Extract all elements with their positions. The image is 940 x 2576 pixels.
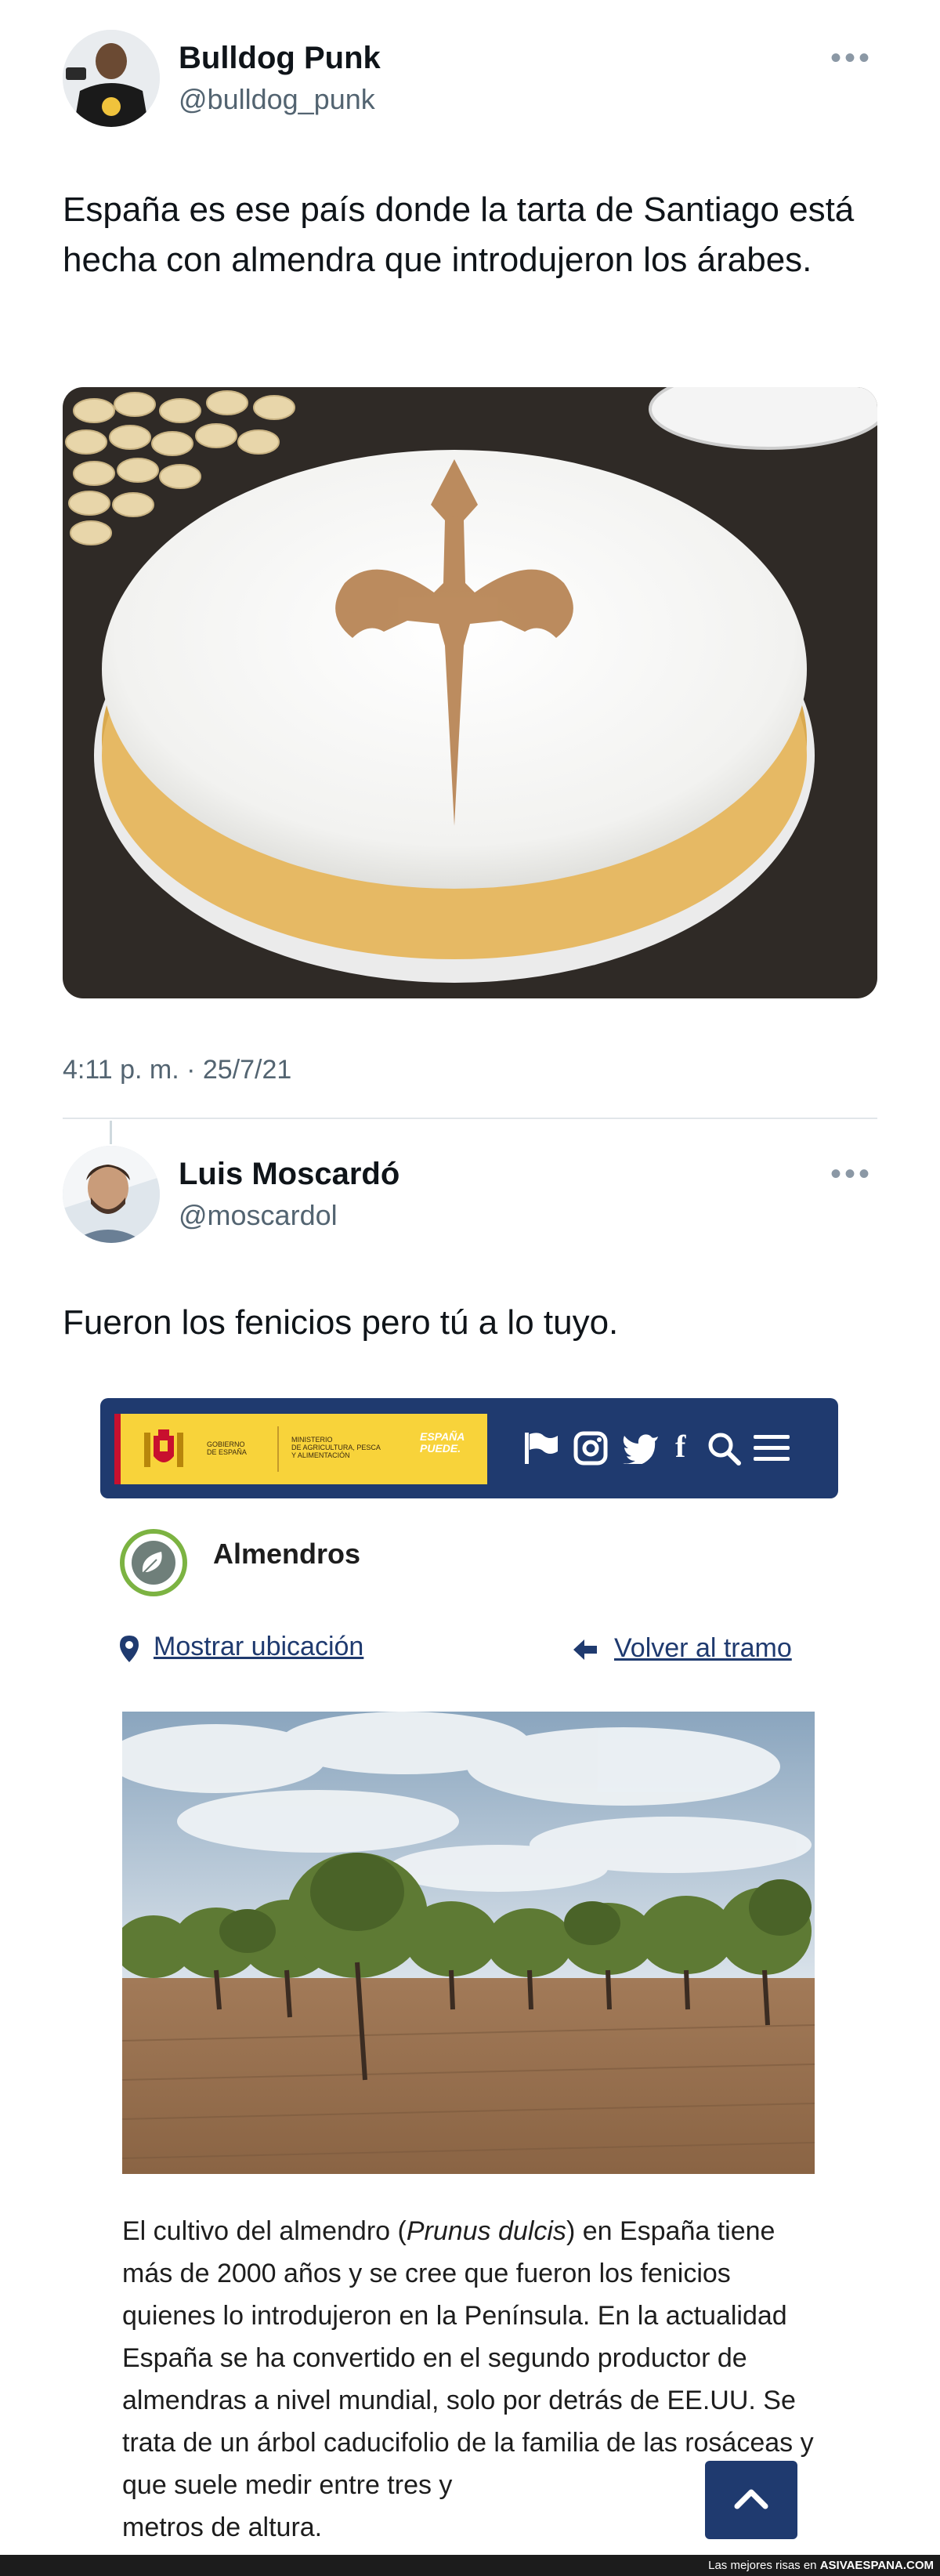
scroll-to-top-button[interactable] bbox=[705, 2461, 797, 2539]
menu-icon[interactable] bbox=[752, 1433, 791, 1464]
footer-prefix: Las mejores risas en bbox=[708, 2559, 817, 2572]
leaf-badge-icon bbox=[120, 1529, 187, 1596]
gov-label: GOBIERNO DE ESPAÑA bbox=[207, 1440, 247, 1456]
thread-line bbox=[110, 1121, 112, 1144]
flag-icon[interactable] bbox=[523, 1431, 559, 1466]
arrow-left-icon[interactable] bbox=[572, 1638, 598, 1661]
show-location-link[interactable]: Mostrar ubicación bbox=[154, 1632, 363, 1662]
back-to-section-link[interactable]: Volver al tramo bbox=[614, 1633, 792, 1664]
spain-flag-stripe bbox=[114, 1414, 121, 1484]
tweet1-photo-tarta-de-santiago[interactable] bbox=[63, 387, 877, 998]
section-title: Almendros bbox=[213, 1538, 361, 1570]
map-pin-icon[interactable] bbox=[119, 1635, 139, 1663]
tweet2-text: Fueron los fenicios pero tú a lo tuyo. bbox=[63, 1303, 619, 1342]
more-horizontal-icon[interactable]: ••• bbox=[830, 41, 873, 76]
avatar-luis-moscardo[interactable] bbox=[63, 1146, 160, 1243]
instagram-icon[interactable] bbox=[573, 1431, 608, 1466]
search-icon[interactable] bbox=[707, 1431, 741, 1466]
tweet2-author-handle[interactable]: @moscardol bbox=[179, 1199, 338, 1232]
species-name: Prunus dulcis bbox=[406, 2216, 566, 2246]
site-footer: Las mejores risas en ASIVAESPANA.COM bbox=[0, 2555, 940, 2576]
tweet1-author-name[interactable]: Bulldog Punk bbox=[179, 41, 381, 76]
almond-orchard-photo bbox=[122, 1712, 815, 2174]
tweet1-timestamp[interactable]: 4:11 p. m. · 25/7/21 bbox=[63, 1055, 291, 1085]
tweet1-author-handle[interactable]: @bulldog_punk bbox=[179, 83, 375, 116]
tweet2-author-name[interactable]: Luis Moscardó bbox=[179, 1157, 400, 1192]
chevron-up-icon bbox=[734, 2489, 768, 2509]
gov-badge-divider bbox=[277, 1426, 279, 1472]
eu-stars-icon: ✶ ✶ ✶ bbox=[406, 1427, 414, 1457]
gov-header-bar: GOBIERNO DE ESPAÑA MINISTERIO DE AGRICUL… bbox=[100, 1398, 838, 1498]
coat-of-arms-icon bbox=[144, 1429, 183, 1467]
avatar-bulldog-punk[interactable] bbox=[63, 30, 160, 127]
tweet-divider bbox=[63, 1118, 877, 1119]
footer-site-link[interactable]: ASIVAESPANA.COM bbox=[820, 2559, 934, 2572]
facebook-icon[interactable]: f bbox=[675, 1431, 685, 1462]
tweet1-text: España es ese país donde la tarta de San… bbox=[63, 190, 855, 279]
espana-puede-logo[interactable]: ✶ ✶ ✶ ESPAÑA PUEDE. bbox=[406, 1422, 500, 1476]
ministry-label: MINISTERIO DE AGRICULTURA, PESCA Y ALIME… bbox=[291, 1436, 381, 1459]
more-horizontal-icon[interactable]: ••• bbox=[830, 1157, 873, 1192]
twitter-icon[interactable] bbox=[622, 1433, 660, 1464]
